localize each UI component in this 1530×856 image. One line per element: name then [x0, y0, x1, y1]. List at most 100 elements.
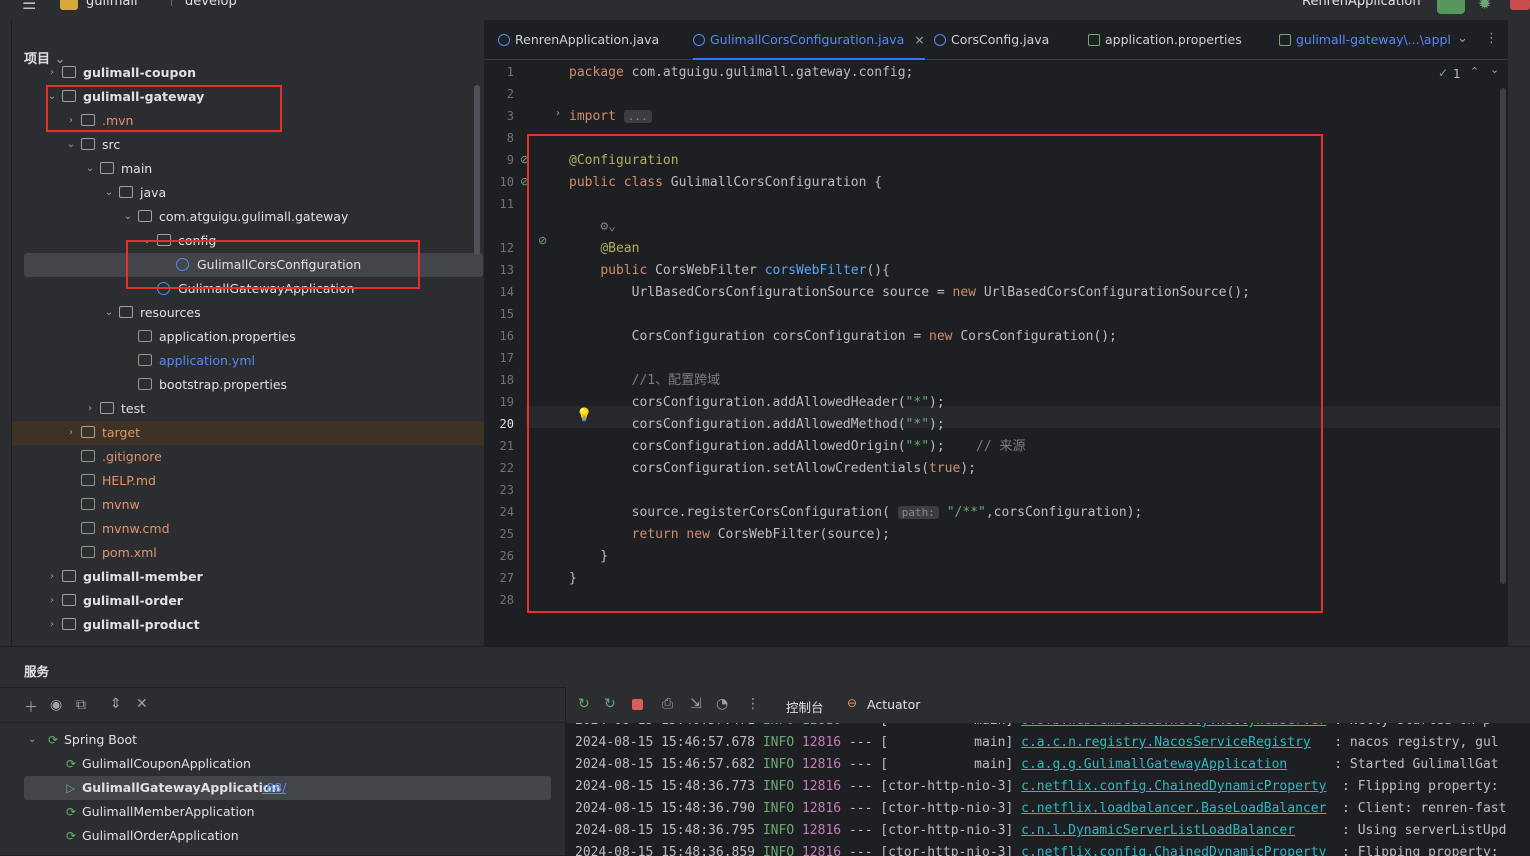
tree-item[interactable]: pom.xml — [12, 541, 484, 565]
tree-item[interactable]: mvnw — [12, 493, 484, 517]
project-switcher[interactable] — [60, 0, 78, 10]
chevron-right-icon[interactable]: › — [84, 397, 96, 421]
tree-item[interactable]: application.yml — [12, 349, 484, 373]
chevron-down-icon[interactable]: ⌄ — [65, 133, 77, 157]
chevron-right-icon[interactable]: › — [46, 565, 58, 589]
tree-item[interactable]: HELP.md — [12, 469, 484, 493]
log-cls[interactable]: c.a.c.n.registry.NacosServiceRegistry — [1021, 735, 1311, 750]
log-thread: [ctor-http-nio-3] — [880, 845, 1014, 856]
service-item[interactable]: ⌄ ⟳ Spring Boot — [24, 728, 551, 752]
code-line[interactable]: import ... — [569, 106, 652, 128]
view-options-icon[interactable]: ◉ — [50, 697, 62, 713]
tree-item[interactable]: ⌄ main — [12, 157, 484, 181]
branch-name[interactable]: develop — [185, 0, 237, 9]
annotation-box-config-class — [126, 240, 420, 289]
editor-scrollbar[interactable] — [1500, 88, 1506, 584]
rerun-failed-icon[interactable]: ↻ — [604, 696, 616, 712]
tree-item[interactable]: ⌄ resources — [12, 301, 484, 325]
tab-renren-application[interactable]: RenrenApplication.java — [498, 20, 659, 60]
chevron-right-icon[interactable]: › — [46, 61, 58, 85]
log-cls[interactable]: c.netflix.config.ChainedDynamicProperty — [1021, 845, 1326, 856]
chevron-down-icon[interactable]: ⌄ — [122, 205, 134, 229]
tab-gulimall-cors-configuration[interactable]: GulimallCorsConfiguration.java × — [693, 20, 925, 60]
tree-item[interactable]: › test — [12, 397, 484, 421]
tree-item[interactable]: ⌄ com.atguigu.gulimall.gateway — [12, 205, 484, 229]
service-item[interactable]: ▷ GulimallGatewayApplication:88/ — [24, 776, 551, 800]
chevron-down-icon[interactable]: ⌄ — [103, 301, 115, 325]
tree-item[interactable]: › gulimall-member — [12, 565, 484, 589]
stop-icon[interactable] — [632, 699, 643, 710]
tab-console[interactable]: 控制台 — [786, 697, 824, 716]
log-cls[interactable]: c.netflix.config.ChainedDynamicProperty — [1021, 779, 1326, 794]
tree-item[interactable]: › gulimall-coupon — [12, 61, 484, 85]
service-item[interactable]: ⟳ GulimallCouponApplication — [24, 752, 551, 776]
chevron-down-icon[interactable]: ⌄ — [28, 728, 36, 752]
expand-all-icon[interactable]: ⇕ — [110, 696, 122, 712]
close-tab-icon[interactable]: × — [914, 32, 924, 47]
service-label: GulimallOrderApplication — [82, 828, 239, 843]
fold-expand-icon[interactable]: › — [556, 108, 560, 119]
line-number: 20 — [499, 417, 514, 431]
notification-badge[interactable] — [1510, 0, 1530, 10]
service-item[interactable]: ⟳ GulimallMemberApplication — [24, 800, 551, 824]
more-tabs-icon[interactable]: ⋮ — [1485, 31, 1498, 46]
export-icon[interactable]: ⇲ — [690, 696, 702, 712]
run-config-name[interactable]: RenrenApplication — [1302, 0, 1421, 9]
screenshot-icon[interactable]: ⎙ — [662, 696, 673, 712]
log-cls[interactable]: c.n.l.DynamicServerListLoadBalancer — [1021, 823, 1295, 838]
tree-item[interactable]: › target — [12, 421, 484, 445]
spring-boot-icon: ⟳ — [66, 757, 77, 771]
chevron-right-icon[interactable]: › — [65, 421, 77, 445]
log-cls[interactable]: c.netflix.loadbalancer.BaseLoadBalancer — [1021, 801, 1326, 816]
dashboard-icon[interactable]: ◔ — [716, 696, 728, 712]
debug-icon[interactable]: ✹ — [1478, 0, 1491, 13]
chevron-down-icon[interactable]: ⌄ — [103, 181, 115, 205]
tab-cors-config[interactable]: CorsConfig.java — [934, 20, 1049, 60]
line-number: 1 — [506, 65, 514, 79]
tree-item[interactable]: application.properties — [12, 325, 484, 349]
menu-icon[interactable]: ☰ — [22, 0, 36, 13]
log-lvl: INFO — [762, 779, 795, 794]
tree-item[interactable]: ⌄ java — [12, 181, 484, 205]
tabs-dropdown-icon[interactable]: ⌄ — [1457, 31, 1468, 46]
log-sep: --- — [849, 723, 872, 728]
log-cls[interactable]: o.s.b.web.embedded.netty.NettyWebServer — [1021, 723, 1326, 728]
tab-application-properties[interactable]: application.properties — [1088, 20, 1242, 60]
tree-item[interactable]: mvnw.cmd — [12, 517, 484, 541]
folder-icon — [81, 138, 95, 150]
code-line[interactable]: package com.atguigu.gulimall.gateway.con… — [569, 62, 913, 84]
service-label: GulimallGatewayApplication — [82, 780, 281, 795]
folder-icon — [100, 402, 114, 414]
chevron-down-icon[interactable]: ⌄ — [84, 157, 96, 181]
log-cls[interactable]: c.a.g.g.GulimallGatewayApplication — [1021, 757, 1287, 772]
service-port-link[interactable]: :88/ — [262, 776, 286, 800]
run-button[interactable] — [1437, 0, 1465, 14]
add-service-icon[interactable]: ＋ — [24, 697, 38, 717]
service-item[interactable]: ⟳ GulimallOrderApplication — [24, 824, 551, 848]
tree-item[interactable]: › gulimall-product — [12, 613, 484, 637]
collapse-all-icon[interactable]: ✕ — [136, 696, 148, 712]
console-output[interactable]: 2024-08-15 15:46:57.471 INFO 12816 --- [… — [565, 723, 1530, 856]
right-strip — [1508, 20, 1530, 646]
spring-properties-icon — [138, 330, 152, 342]
log-lvl: INFO — [762, 735, 795, 750]
tree-item-label: resources — [140, 305, 201, 320]
log-line: 2024-08-15 15:46:57.682 INFO 12816 --- [… — [575, 757, 1499, 772]
more-actions-icon[interactable]: ⋮ — [746, 696, 760, 712]
chevron-right-icon[interactable]: › — [46, 613, 58, 637]
spring-boot-icon: ⟳ — [66, 805, 77, 819]
tab-actuator[interactable]: Actuator — [867, 697, 920, 712]
rerun-icon[interactable]: ↻ — [578, 696, 590, 712]
tree-item[interactable]: › gulimall-order — [12, 589, 484, 613]
tree-item[interactable]: bootstrap.properties — [12, 373, 484, 397]
tree-item[interactable]: .gitignore — [12, 445, 484, 469]
log-thread: [ main] — [880, 757, 1014, 772]
chevron-right-icon[interactable]: › — [46, 589, 58, 613]
tab-gateway-application-yml[interactable]: gulimall-gateway\...\appl — [1279, 20, 1451, 60]
spring-yml-icon — [138, 354, 152, 366]
project-name[interactable]: gulimall — [86, 0, 138, 9]
tree-item[interactable]: ⌄ src — [12, 133, 484, 157]
source-folder-icon — [119, 186, 133, 198]
new-group-icon[interactable]: ⧉ — [76, 697, 86, 713]
project-scrollbar[interactable] — [474, 85, 480, 255]
